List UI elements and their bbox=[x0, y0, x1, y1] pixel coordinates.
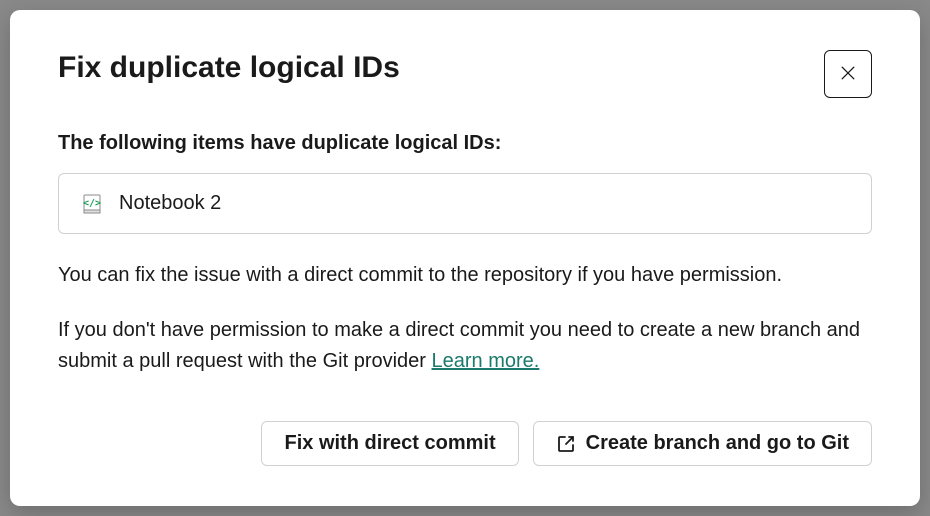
create-branch-button[interactable]: Create branch and go to Git bbox=[533, 421, 872, 466]
duplicate-items-list: </> Notebook 2 bbox=[58, 173, 872, 234]
dialog-subtitle: The following items have duplicate logic… bbox=[58, 132, 872, 155]
close-icon bbox=[838, 63, 858, 86]
close-button[interactable] bbox=[824, 50, 872, 98]
dialog-description: You can fix the issue with a direct comm… bbox=[58, 260, 872, 377]
svg-text:</>: </> bbox=[83, 198, 101, 209]
dialog-footer: Fix with direct commit Create branch and… bbox=[58, 421, 872, 466]
dialog-header: Fix duplicate logical IDs bbox=[58, 50, 872, 98]
item-label: Notebook 2 bbox=[119, 192, 221, 215]
list-item: </> Notebook 2 bbox=[58, 173, 872, 234]
fix-direct-commit-button[interactable]: Fix with direct commit bbox=[261, 421, 518, 466]
dialog-title: Fix duplicate logical IDs bbox=[58, 50, 400, 86]
notebook-icon: </> bbox=[81, 193, 103, 215]
learn-more-link[interactable]: Learn more. bbox=[432, 350, 540, 372]
description-paragraph-1: You can fix the issue with a direct comm… bbox=[58, 260, 872, 291]
open-external-icon bbox=[556, 434, 576, 454]
description-paragraph-2: If you don't have permission to make a d… bbox=[58, 315, 872, 377]
fix-duplicate-ids-dialog: Fix duplicate logical IDs The following … bbox=[10, 10, 920, 506]
